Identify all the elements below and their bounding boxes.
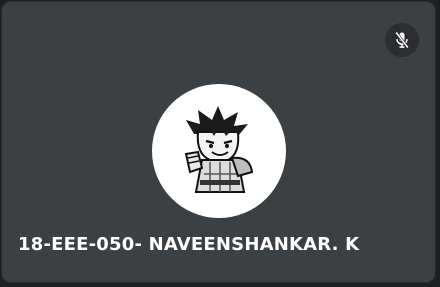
participant-name-label: 18-EEE-050- NAVEENSHANKAR. K — [18, 234, 360, 255]
mic-muted-indicator — [385, 23, 419, 57]
participant-tile[interactable]: 18-EEE-050- NAVEENSHANKAR. K — [1, 1, 436, 283]
cartoon-character-avatar-icon — [184, 106, 254, 193]
avatar — [152, 84, 286, 218]
mic-off-icon — [392, 30, 412, 50]
